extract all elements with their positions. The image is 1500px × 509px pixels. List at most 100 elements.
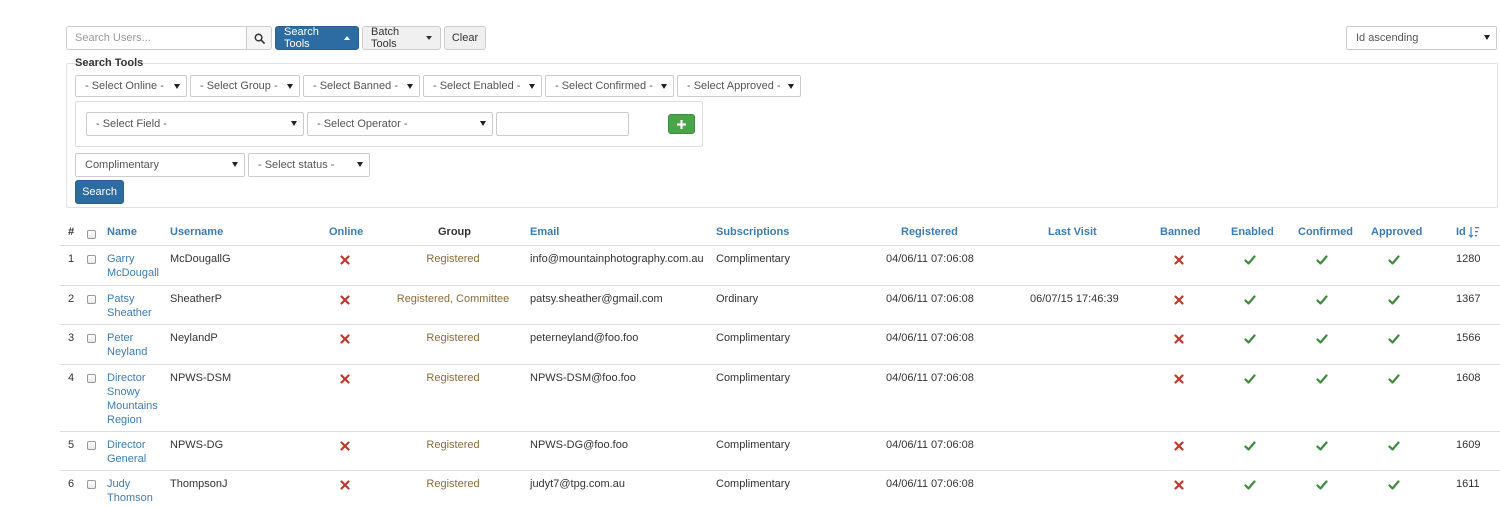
remove-icon bbox=[338, 372, 352, 386]
row-checkbox[interactable] bbox=[87, 255, 96, 264]
col-subscriptions[interactable]: Subscriptions bbox=[716, 226, 789, 238]
ok-icon[interactable] bbox=[1387, 293, 1401, 307]
col-approved[interactable]: Approved bbox=[1371, 226, 1422, 238]
remove-icon[interactable] bbox=[1172, 372, 1186, 386]
col-registered[interactable]: Registered bbox=[901, 226, 958, 238]
user-name-line: Director bbox=[107, 372, 146, 384]
email-cell: info@mountainphotography.com.au bbox=[530, 253, 704, 265]
row-checkbox[interactable] bbox=[87, 441, 96, 450]
filter-value-input[interactable] bbox=[496, 112, 629, 136]
ok-icon[interactable] bbox=[1243, 439, 1257, 453]
row-checkbox[interactable] bbox=[87, 334, 96, 343]
remove-icon[interactable] bbox=[1172, 439, 1186, 453]
col-username[interactable]: Username bbox=[170, 226, 223, 238]
field-select[interactable]: - Select Field - bbox=[86, 112, 304, 136]
row-checkbox[interactable] bbox=[87, 295, 96, 304]
ok-icon[interactable] bbox=[1315, 372, 1329, 386]
col-online[interactable]: Online bbox=[329, 226, 363, 238]
col-name[interactable]: Name bbox=[107, 226, 137, 238]
user-name-link[interactable]: Director General bbox=[107, 438, 167, 466]
user-name-line: McDougall bbox=[107, 267, 159, 279]
user-name-link[interactable]: Garry McDougall bbox=[107, 252, 167, 280]
user-name-link[interactable]: Judy Thomson bbox=[107, 477, 167, 505]
user-name-line: Patsy bbox=[107, 293, 135, 305]
filter-approved-select[interactable]: - Select Approved - bbox=[677, 75, 801, 97]
remove-icon bbox=[338, 439, 352, 453]
ok-icon[interactable] bbox=[1243, 293, 1257, 307]
filter-group-select[interactable]: - Select Group - bbox=[190, 75, 300, 97]
ok-icon[interactable] bbox=[1387, 253, 1401, 267]
col-id[interactable]: Id bbox=[1456, 226, 1480, 238]
row-checkbox[interactable] bbox=[87, 480, 96, 489]
search-group bbox=[66, 26, 272, 50]
search-input[interactable] bbox=[66, 26, 246, 50]
row-number: 2 bbox=[68, 293, 75, 305]
col-group: Group bbox=[438, 226, 471, 238]
username-cell: NeylandP bbox=[170, 332, 218, 344]
row-checkbox[interactable] bbox=[87, 374, 96, 383]
filter-banned-select[interactable]: - Select Banned - bbox=[303, 75, 420, 97]
ok-icon[interactable] bbox=[1387, 372, 1401, 386]
row-number: 6 bbox=[68, 478, 75, 490]
col-banned[interactable]: Banned bbox=[1160, 226, 1200, 238]
user-name-link[interactable]: Patsy Sheather bbox=[107, 292, 167, 320]
operator-select[interactable]: - Select Operator - bbox=[307, 112, 493, 136]
subscription-cell: Complimentary bbox=[716, 332, 790, 344]
col-enabled[interactable]: Enabled bbox=[1231, 226, 1274, 238]
search-button[interactable]: Search bbox=[75, 180, 124, 204]
user-name-link[interactable]: Peter Neyland bbox=[107, 331, 167, 359]
email-cell: peterneyland@foo.foo bbox=[530, 332, 639, 344]
filter-confirmed-select[interactable]: - Select Confirmed - bbox=[545, 75, 674, 97]
remove-icon[interactable] bbox=[1172, 332, 1186, 346]
col-last-visit[interactable]: Last Visit bbox=[1048, 226, 1097, 238]
group-cell: Registered bbox=[426, 332, 480, 344]
ok-icon[interactable] bbox=[1243, 332, 1257, 346]
ok-icon[interactable] bbox=[1387, 332, 1401, 346]
group-cell: Registered bbox=[426, 439, 480, 451]
remove-icon[interactable] bbox=[1172, 478, 1186, 492]
filter-enabled-select[interactable]: - Select Enabled - bbox=[423, 75, 542, 97]
ok-icon[interactable] bbox=[1243, 253, 1257, 267]
group-cell: Registered bbox=[426, 253, 480, 265]
ok-icon[interactable] bbox=[1315, 478, 1329, 492]
registered-cell: 04/06/11 07:06:08 bbox=[886, 293, 974, 305]
batch-tools-button[interactable]: Batch Tools bbox=[362, 26, 441, 50]
ok-icon[interactable] bbox=[1315, 439, 1329, 453]
search-submit-button[interactable] bbox=[246, 26, 272, 50]
col-email[interactable]: Email bbox=[530, 226, 559, 238]
ok-icon[interactable] bbox=[1387, 478, 1401, 492]
row-number: 1 bbox=[68, 253, 75, 265]
plus-icon bbox=[677, 119, 686, 129]
col-confirmed[interactable]: Confirmed bbox=[1298, 226, 1353, 238]
row-number: 3 bbox=[68, 332, 75, 344]
row-divider bbox=[60, 470, 1500, 471]
select-all-checkbox[interactable] bbox=[87, 230, 96, 239]
user-name-line: Garry bbox=[107, 253, 135, 265]
user-name-link[interactable]: Director Snowy Mountains Region bbox=[107, 371, 167, 427]
add-filter-button[interactable] bbox=[668, 114, 695, 134]
ok-icon[interactable] bbox=[1387, 439, 1401, 453]
subscription-select[interactable]: Complimentary bbox=[75, 153, 245, 177]
sort-select[interactable]: Id ascending bbox=[1346, 26, 1497, 50]
subscription-select-value: Complimentary bbox=[85, 159, 159, 171]
id-cell: 1367 bbox=[1456, 293, 1481, 305]
id-cell: 1609 bbox=[1456, 439, 1481, 451]
search-tools-button[interactable]: Search Tools bbox=[275, 26, 359, 50]
id-cell: 1280 bbox=[1456, 253, 1481, 265]
status-select[interactable]: - Select status - bbox=[248, 153, 370, 177]
ok-icon[interactable] bbox=[1315, 253, 1329, 267]
ok-icon[interactable] bbox=[1243, 478, 1257, 492]
registered-cell: 04/06/11 07:06:08 bbox=[886, 332, 974, 344]
clear-button[interactable]: Clear bbox=[444, 26, 486, 50]
ok-icon[interactable] bbox=[1315, 293, 1329, 307]
operator-select-value: - Select Operator - bbox=[317, 118, 408, 130]
remove-icon[interactable] bbox=[1172, 293, 1186, 307]
user-name-line: Thomson bbox=[107, 492, 153, 504]
ok-icon[interactable] bbox=[1315, 332, 1329, 346]
remove-icon[interactable] bbox=[1172, 253, 1186, 267]
filter-approved-value: - Select Approved - bbox=[687, 80, 781, 92]
filter-online-select[interactable]: - Select Online - bbox=[75, 75, 187, 97]
last-visit-cell: 06/07/15 17:46:39 bbox=[1030, 293, 1119, 305]
ok-icon[interactable] bbox=[1243, 372, 1257, 386]
email-cell: NPWS-DG@foo.foo bbox=[530, 439, 628, 451]
